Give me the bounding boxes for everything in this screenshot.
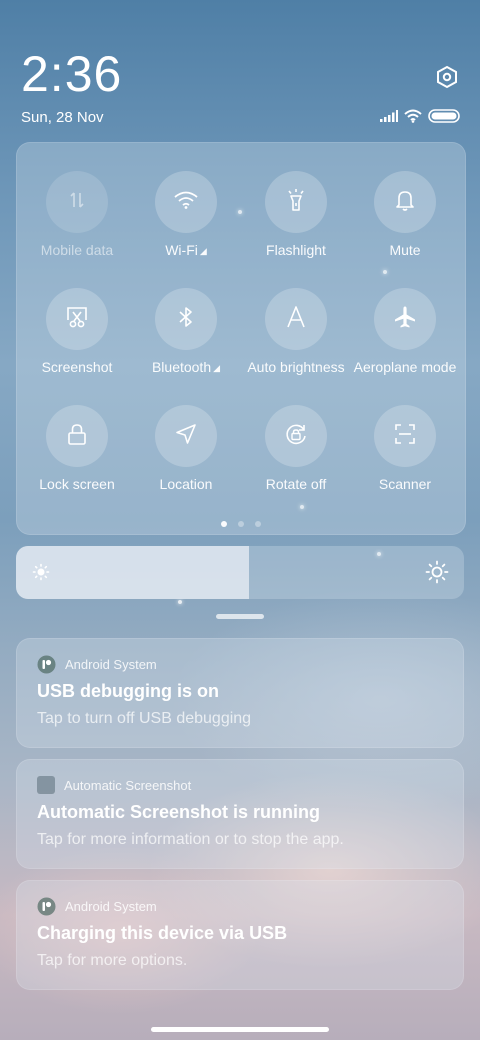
scanner-icon (393, 422, 417, 451)
drag-handle[interactable] (216, 614, 264, 619)
tile-aeroplane-mode-button[interactable] (374, 288, 436, 350)
tile-scanner[interactable]: Scanner (350, 405, 460, 493)
expand-triangle-icon[interactable]: ◢ (213, 363, 220, 373)
brightness-slider[interactable] (16, 546, 464, 599)
tile-label-wrap: Wi-Fi ◢ (131, 241, 241, 260)
mobile-data-icon (66, 189, 88, 216)
tile-label: Aeroplane mode (353, 359, 457, 375)
page-dot (255, 521, 261, 527)
home-indicator[interactable] (151, 1027, 329, 1032)
notification-text: Tap to turn off USB debugging (37, 710, 252, 727)
airplane-icon (393, 305, 417, 334)
tile-label: Flashlight (266, 242, 326, 258)
notification-automatic-screenshot[interactable]: Automatic Screenshot Automatic Screensho… (16, 759, 464, 869)
app-square-icon (37, 776, 55, 794)
battery-icon (428, 108, 460, 128)
quick-settings-panel: Mobile data Wi-Fi ◢ Flashlight Mute Scre… (16, 142, 466, 535)
tile-label: Mobile data (40, 242, 114, 258)
tile-label: Lock screen (39, 476, 115, 492)
tile-label: Scanner (378, 476, 432, 492)
notification-text: Tap for more information or to stop the … (37, 831, 344, 848)
auto-brightness-icon (284, 305, 308, 334)
notification-app-name: Android System (65, 657, 157, 672)
tile-label: Auto brightness (247, 359, 345, 375)
tile-label-wrap: Bluetooth ◢ (131, 358, 241, 377)
lock-icon (66, 422, 88, 451)
notification-title: Automatic Screenshot is running (37, 802, 321, 822)
page-indicator (17, 521, 465, 527)
expand-triangle-icon[interactable]: ◢ (200, 246, 207, 256)
tile-location-button[interactable] (155, 405, 217, 467)
status-bar-icons (380, 108, 462, 128)
brightness-high-icon (425, 560, 449, 589)
tile-lock-screen[interactable]: Lock screen (22, 405, 132, 493)
tile-auto-brightness-button[interactable] (265, 288, 327, 350)
tile-flashlight[interactable]: Flashlight (241, 171, 351, 259)
tile-bluetooth-button[interactable] (155, 288, 217, 350)
location-arrow-icon (174, 422, 198, 451)
flashlight-icon (285, 188, 307, 217)
tile-location[interactable]: Location (131, 405, 241, 493)
page-dot-active (221, 521, 227, 527)
tile-label: Screenshot (41, 359, 113, 375)
tile-label: Rotate off (265, 476, 327, 492)
tile-label: Bluetooth (151, 359, 212, 375)
tile-rotate-off-button[interactable] (265, 405, 327, 467)
notification-title: USB debugging is on (37, 681, 219, 701)
tile-mobile-data-button[interactable] (46, 171, 108, 233)
settings-hexagon-icon (435, 65, 459, 94)
tile-auto-brightness[interactable]: Auto brightness (241, 288, 351, 376)
tile-label: Mute (389, 242, 421, 258)
tile-bluetooth[interactable]: Bluetooth ◢ (131, 288, 241, 377)
bell-icon (394, 188, 416, 217)
bluetooth-icon (176, 305, 196, 334)
date: Sun, 28 Nov (21, 109, 104, 126)
tile-scanner-button[interactable] (374, 405, 436, 467)
notification-usb-charging[interactable]: Android System Charging this device via … (16, 880, 464, 990)
tile-mute-button[interactable] (374, 171, 436, 233)
notification-text: Tap for more options. (37, 952, 188, 969)
tile-label: Wi-Fi (165, 242, 198, 258)
wifi-icon (173, 190, 199, 215)
tile-label: Location (159, 476, 213, 492)
notification-header: Android System (37, 655, 157, 674)
android-system-icon (37, 655, 56, 674)
cellular-signal-icon (380, 109, 398, 127)
brightness-low-icon (31, 562, 51, 587)
settings-button[interactable] (432, 64, 462, 94)
notification-header: Android System (37, 897, 157, 916)
tile-flashlight-button[interactable] (265, 171, 327, 233)
wifi-status-icon (404, 109, 422, 128)
notification-title: Charging this device via USB (37, 923, 288, 943)
notification-app-name: Automatic Screenshot (64, 777, 192, 793)
android-system-icon (37, 897, 56, 916)
notification-usb-debugging[interactable]: Android System USB debugging is on Tap t… (16, 638, 464, 748)
screenshot-scissors-icon (65, 305, 89, 334)
tile-wifi-button[interactable] (155, 171, 217, 233)
tile-aeroplane-mode[interactable]: Aeroplane mode (350, 288, 460, 376)
notification-app-name: Android System (65, 899, 157, 914)
page-dot (238, 521, 244, 527)
tile-screenshot-button[interactable] (46, 288, 108, 350)
sparkle-decoration (178, 600, 182, 604)
tile-lock-screen-button[interactable] (46, 405, 108, 467)
tile-rotate-off[interactable]: Rotate off (241, 405, 351, 493)
tile-screenshot[interactable]: Screenshot (22, 288, 132, 376)
clock: 2:36 (21, 46, 123, 102)
tile-mobile-data[interactable]: Mobile data (22, 171, 132, 259)
notification-header: Automatic Screenshot (37, 776, 191, 794)
tile-wifi[interactable]: Wi-Fi ◢ (131, 171, 241, 260)
rotate-lock-icon (283, 421, 309, 452)
tile-mute[interactable]: Mute (350, 171, 460, 259)
